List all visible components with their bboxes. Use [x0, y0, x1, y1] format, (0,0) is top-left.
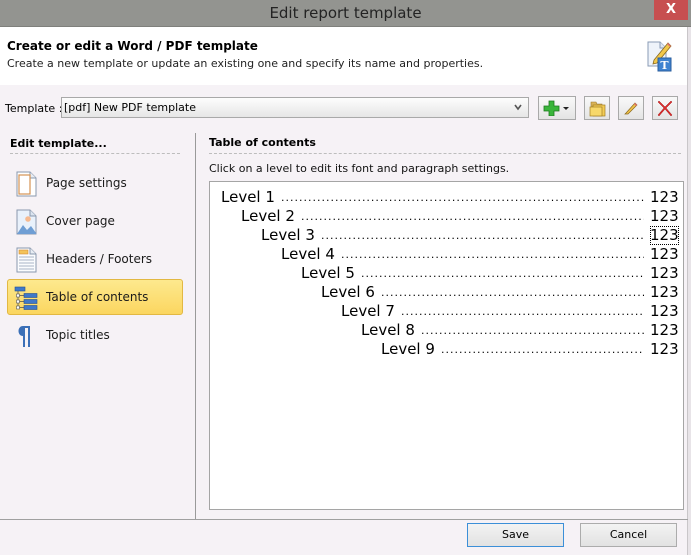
window-edge [687, 27, 691, 555]
add-template-button[interactable] [538, 96, 576, 120]
template-select-value: [pdf] New PDF template [64, 101, 196, 114]
toc-leader-dots: ........................................… [421, 324, 644, 337]
toc-leader-dots: ........................................… [401, 305, 644, 318]
sidebar-item-topic-titles[interactable]: Topic titles [7, 317, 183, 353]
toc-level-label: Level 7 [341, 302, 395, 320]
section-hint: Click on a level to edit its font and pa… [209, 162, 510, 175]
pencil-icon [624, 102, 638, 115]
toc-page-number: 123 [650, 245, 679, 263]
toc-level-label: Level 9 [381, 340, 435, 358]
toc-page-number: 123 [650, 283, 679, 301]
toc-level-label: Level 8 [361, 321, 415, 339]
toc-level-label: Level 1 [221, 188, 275, 206]
toc-level-8[interactable]: Level 8.................................… [210, 321, 683, 340]
sidebar-item-headers-footers[interactable]: Headers / Footers [7, 241, 183, 277]
header-title: Create or edit a Word / PDF template [7, 39, 258, 53]
toc-level-3[interactable]: Level 3.................................… [210, 226, 683, 245]
close-button[interactable]: X [654, 0, 688, 20]
header-band: Create or edit a Word / PDF template Cre… [0, 27, 688, 85]
toc-level-7[interactable]: Level 7.................................… [210, 302, 683, 321]
header-footer-icon [16, 247, 37, 273]
sidebar-item-label: Page settings [46, 176, 127, 190]
delete-template-button[interactable] [652, 96, 678, 120]
toc-tree-icon [14, 286, 38, 310]
toc-leader-dots: ........................................… [441, 343, 644, 356]
toc-leader-dots: ........................................… [341, 248, 644, 261]
toc-leader-dots: ........................................… [361, 267, 644, 280]
folder-icon [589, 101, 606, 117]
chevron-down-icon [514, 104, 522, 111]
toc-level-9[interactable]: Level 9.................................… [210, 340, 683, 359]
sidebar-item-page-settings[interactable]: Page settings [7, 165, 183, 201]
sidebar-heading: Edit template... [10, 137, 180, 154]
header-subtitle: Create a new template or update an exist… [7, 57, 484, 70]
toc-page-number: 123 [650, 321, 679, 339]
open-template-button[interactable] [584, 96, 610, 120]
toc-level-6[interactable]: Level 6.................................… [210, 283, 683, 302]
toc-leader-dots: ........................................… [321, 229, 644, 242]
edit-template-icon: T [647, 41, 672, 72]
toc-preview: Level 1.................................… [209, 181, 684, 510]
sidebar-item-label: Headers / Footers [46, 252, 153, 266]
sidebar: Edit template... Page settings Cover pag… [0, 133, 196, 519]
sidebar-item-label: Table of contents [46, 290, 149, 304]
sidebar-item-label: Topic titles [46, 328, 110, 342]
toc-page-number: 123 [650, 188, 679, 206]
sidebar-item-table-of-contents[interactable]: Table of contents [7, 279, 183, 315]
toc-level-label: Level 6 [321, 283, 375, 301]
template-select[interactable]: [pdf] New PDF template [61, 97, 529, 118]
toc-level-label: Level 2 [241, 207, 295, 225]
toc-level-5[interactable]: Level 5.................................… [210, 264, 683, 283]
title-bar: Edit report template X [0, 0, 691, 27]
pilcrow-icon [18, 326, 30, 347]
toc-leader-dots: ........................................… [301, 210, 644, 223]
page-icon [16, 171, 37, 197]
toc-page-number: 123 [650, 207, 679, 225]
cancel-button[interactable]: Cancel [580, 523, 677, 547]
rename-template-button[interactable] [618, 96, 644, 120]
toc-leader-dots: ........................................… [281, 191, 644, 204]
image-page-icon [16, 209, 37, 235]
green-plus-dropdown-icon [543, 100, 569, 116]
footer-divider [0, 519, 688, 520]
toc-level-2[interactable]: Level 2.................................… [210, 207, 683, 226]
toc-level-label: Level 4 [281, 245, 335, 263]
toc-level-4[interactable]: Level 4.................................… [210, 245, 683, 264]
section-heading: Table of contents [209, 136, 681, 154]
red-x-icon [657, 100, 673, 117]
toc-level-label: Level 5 [301, 264, 355, 282]
toc-level-label: Level 3 [261, 226, 315, 244]
sidebar-item-label: Cover page [46, 214, 115, 228]
template-label: Template : [5, 102, 63, 115]
toc-page-number: 123 [650, 264, 679, 282]
toc-page-number: 123 [650, 340, 679, 358]
toc-page-number: 123 [650, 226, 679, 245]
toc-page-number: 123 [650, 302, 679, 320]
window-title: Edit report template [269, 4, 422, 22]
toc-leader-dots: ........................................… [381, 286, 644, 299]
sidebar-item-cover-page[interactable]: Cover page [7, 203, 183, 239]
svg-text:T: T [660, 59, 669, 72]
save-button[interactable]: Save [467, 523, 564, 547]
toc-level-1[interactable]: Level 1.................................… [210, 188, 683, 207]
